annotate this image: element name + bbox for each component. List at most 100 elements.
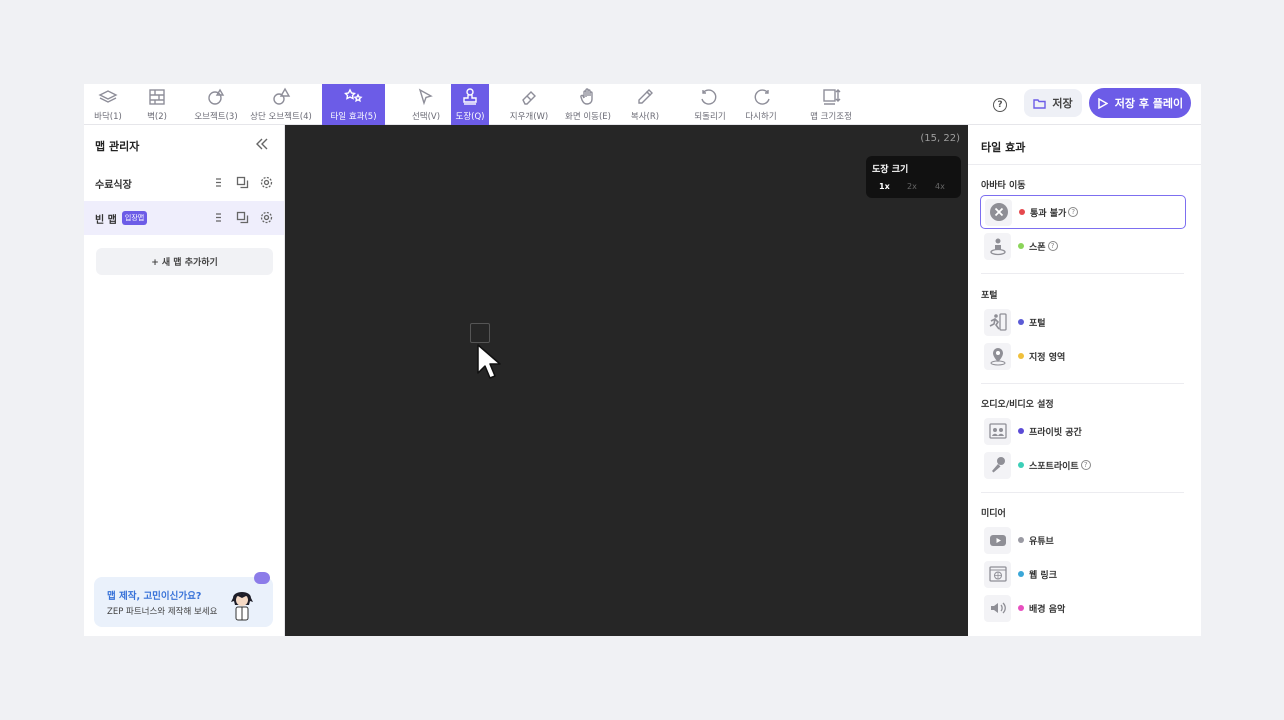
effect-name: 지정 영역 [1029,352,1066,363]
tool-resize-map[interactable]: 맵 크기조정 [804,84,858,125]
undo-icon [701,89,717,105]
stamp-size-1x[interactable]: 1x [879,182,890,191]
help-icon[interactable]: ? [1080,460,1091,470]
color-dot [1018,243,1024,249]
help-icon[interactable]: ? [1047,241,1058,251]
redo-icon [754,89,770,105]
gear-icon[interactable] [260,211,273,224]
promo-title: 맵 제작, 고민이신가요? [107,591,202,602]
divider [981,383,1184,384]
section-title-media: 미디어 [981,509,1006,519]
top-object-icon [273,87,291,105]
tile-effect-title: 타일 효과 [981,141,1026,154]
effect-portal[interactable]: 포털 [980,305,1186,339]
hand-icon [580,88,593,105]
save-button[interactable]: 저장 [1024,89,1082,117]
color-dot [1018,428,1024,434]
map-item[interactable]: 수료식장 [84,166,284,200]
effect-youtube[interactable]: 유튜브 [980,523,1186,557]
promo-badge [254,572,270,584]
divider [981,492,1184,493]
tile-highlight [470,323,490,343]
map-item-selected[interactable]: 빈 맵 입장맵 [84,201,284,235]
effect-name: 통과 불가 [1030,208,1067,219]
add-map-button[interactable]: + 새 맵 추가하기 [96,248,273,275]
stamp-size-title: 도장 크기 [872,165,909,175]
map-editor-window: 바닥(1) 벽(2) 오브젝트(3) 상단 오브젝트(4) 타일 효과(5) 선… [84,84,1201,636]
color-dot [1018,571,1024,577]
tool-top-object[interactable]: 상단 오브젝트(4) [250,84,312,125]
effect-background-music[interactable]: 배경 음악 [980,591,1186,625]
tool-undo[interactable]: 되돌리기 [688,84,732,125]
color-dot [1018,462,1024,468]
eraser-icon [522,91,536,105]
duplicate-icon[interactable] [236,211,249,224]
map-canvas[interactable]: (15, 22) 도장 크기 1x 2x 4x [285,125,968,636]
impassable-x-icon [989,203,1008,221]
color-dot [1018,319,1024,325]
character-avatar-icon [231,592,253,621]
toolbar: 바닥(1) 벽(2) 오브젝트(3) 상단 오브젝트(4) 타일 효과(5) 선… [84,84,1201,125]
tool-object[interactable]: 오브젝트(3) [188,84,244,125]
effect-name: 스폰 [1029,242,1046,253]
stamp-size-4x[interactable]: 4x [935,182,945,191]
gear-icon[interactable] [260,176,273,189]
save-and-play-label: 저장 후 플레이 [1114,97,1184,110]
tool-wall[interactable]: 벽(2) [136,84,178,125]
tile-effect-panel: 타일 효과 아바타 이동 통과 불가 ? 스폰 ? 포털 포털 지정 영역 오디… [968,125,1201,636]
spawn-icon [989,238,1006,256]
entry-map-badge: 입장맵 [121,211,148,225]
microphone-icon [991,457,1005,473]
menu-lines-icon[interactable] [212,176,225,189]
save-button-label: 저장 [1052,97,1073,110]
cursor-coordinates: (15, 22) [920,133,960,144]
map-item-name: 빈 맵 [95,214,117,226]
effect-impassable[interactable]: 통과 불가 ? [980,195,1186,229]
question-icon: ? [993,98,1007,112]
duplicate-icon[interactable] [236,176,249,189]
tool-redo[interactable]: 다시하기 [739,84,783,125]
help-button[interactable]: ? [988,93,1012,117]
stamp-size-2x[interactable]: 2x [907,182,917,191]
color-dot [1019,209,1025,215]
portal-runner-icon [989,313,1007,331]
tool-stamp[interactable]: 도장(Q) [451,84,489,125]
stamp-size-panel: 도장 크기 1x 2x 4x [866,156,961,198]
object-icon [208,88,225,105]
color-dot [1018,605,1024,611]
section-title-audio-video: 오디오/비디오 설정 [981,400,1054,410]
play-icon [1098,97,1108,109]
eyedropper-icon [638,89,653,104]
folder-icon [1033,98,1047,109]
private-space-icon [988,423,1007,439]
save-and-play-button[interactable]: 저장 후 플레이 [1089,88,1191,118]
tool-eraser[interactable]: 지우개(W) [500,84,558,125]
section-title-avatar-move: 아바타 이동 [981,181,1026,191]
effect-name: 포털 [1029,318,1046,329]
divider [981,273,1184,274]
effect-name: 프라이빗 공간 [1029,427,1082,438]
effect-name: 웹 링크 [1029,570,1057,581]
effect-designated-area[interactable]: 지정 영역 [980,339,1186,373]
effect-spotlight[interactable]: 스포트라이트 ? [980,448,1186,482]
collapse-panel-icon[interactable] [254,137,270,151]
tool-floor[interactable]: 바닥(1) [84,84,132,125]
effect-private-space[interactable]: 프라이빗 공간 [980,414,1186,448]
map-item-name: 수료식장 [95,179,132,191]
help-icon[interactable]: ? [1068,207,1079,217]
effect-name: 유튜브 [1029,536,1054,547]
effect-spawn[interactable]: 스폰 ? [980,229,1186,263]
effect-web-link[interactable]: 웹 링크 [980,557,1186,591]
floor-layers-icon [98,90,118,103]
divider [968,164,1201,165]
web-link-icon [988,566,1007,582]
tool-select[interactable]: 선택(V) [402,84,450,125]
partners-promo-banner[interactable]: 맵 제작, 고민이신가요? ZEP 파트너스와 제작해 보세요 [94,572,273,627]
menu-lines-icon[interactable] [212,211,225,224]
select-cursor-icon [418,88,433,106]
tool-copy[interactable]: 복사(R) [624,84,666,125]
effect-name: 배경 음악 [1029,604,1066,615]
tool-tile-effect[interactable]: 타일 효과(5) [322,84,385,125]
color-dot [1018,353,1024,359]
tool-pan[interactable]: 화면 이동(E) [561,84,615,125]
